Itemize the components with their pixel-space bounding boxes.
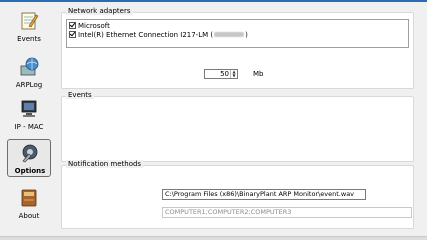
options-panel: Network adapters Microsoft Intel(R) Ethe… bbox=[60, 2, 422, 236]
list-item[interactable]: Intel(R) Ethernet Connection I217-LM () bbox=[69, 30, 248, 39]
sidebar-item-label: About bbox=[18, 212, 40, 220]
log-size-value: 50 bbox=[220, 70, 229, 78]
adapter-label-suffix: ) bbox=[245, 30, 248, 39]
spin-down-icon[interactable]: ▼ bbox=[231, 74, 237, 78]
sidebar-item-arplog[interactable]: ARPLog bbox=[7, 54, 51, 92]
ip-mac-computer-icon bbox=[21, 100, 37, 117]
options-wrench-icon bbox=[22, 144, 38, 163]
sound-file-field[interactable]: C:\Program Files (x86)\BinaryPlant ARP M… bbox=[162, 189, 366, 200]
arplog-globe-icon bbox=[20, 57, 39, 76]
sidebar-item-label: Events bbox=[17, 35, 41, 43]
sidebar-item-label: Options bbox=[14, 167, 46, 175]
events-title: Events bbox=[66, 91, 94, 99]
adapter-label-prefix: Intel(R) Ethernet Connection I217-LM ( bbox=[78, 30, 214, 39]
network-adapters-list[interactable]: Microsoft Intel(R) Ethernet Connection I… bbox=[66, 19, 409, 48]
adapter-checkbox[interactable] bbox=[69, 31, 76, 38]
sidebar-item-label: ARPLog bbox=[15, 81, 43, 89]
events-group: Events bbox=[61, 91, 414, 162]
log-size-spinner[interactable]: 50 ▲ ▼ bbox=[204, 69, 238, 79]
notification-methods-title: Notification methods bbox=[66, 160, 144, 168]
sidebar-item-about[interactable]: About bbox=[7, 185, 51, 223]
sidebar-item-options[interactable]: Options bbox=[7, 139, 51, 177]
redacted-mac bbox=[214, 32, 245, 37]
events-notepad-icon bbox=[21, 12, 39, 30]
sidebar-item-ip-mac[interactable]: IP - MAC bbox=[7, 96, 51, 134]
list-item[interactable]: Microsoft bbox=[69, 21, 110, 30]
spinner-buttons[interactable]: ▲ ▼ bbox=[230, 70, 237, 78]
status-strip bbox=[0, 236, 427, 240]
sidebar-item-events[interactable]: Events bbox=[7, 8, 51, 46]
sidebar: Events ARPLog IP - MAC Options About bbox=[0, 2, 56, 236]
adapter-label: Microsoft bbox=[78, 21, 110, 30]
log-size-unit: Mb bbox=[253, 70, 264, 78]
about-book-icon bbox=[21, 189, 37, 207]
network-adapters-title: Network adapters bbox=[66, 7, 133, 15]
computers-field[interactable]: COMPUTER1;COMPUTER2;COMPUTER3 bbox=[162, 207, 412, 218]
adapter-checkbox[interactable] bbox=[69, 22, 76, 29]
sidebar-item-label: IP - MAC bbox=[14, 123, 44, 131]
